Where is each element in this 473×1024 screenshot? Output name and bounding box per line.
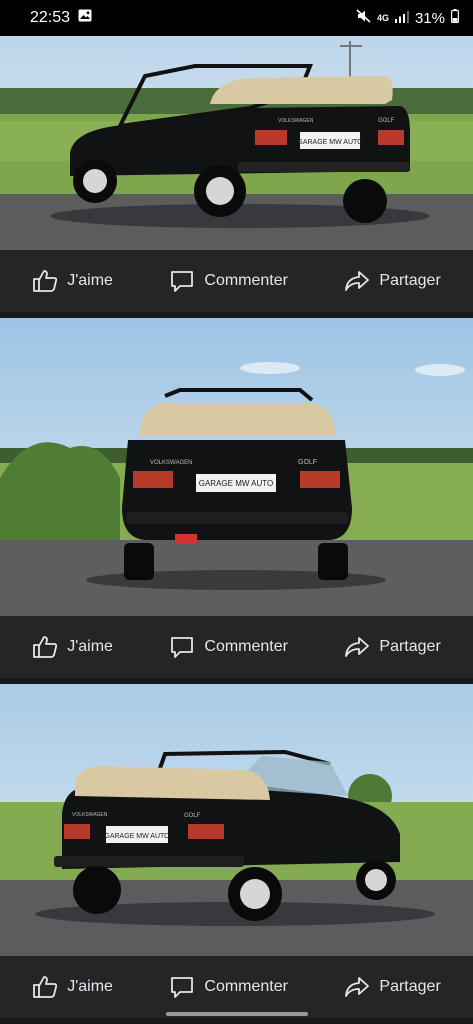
- svg-text:VOLKSWAGEN: VOLKSWAGEN: [72, 812, 108, 818]
- like-button[interactable]: J'aime: [32, 635, 113, 659]
- status-bar: 22:53 4G 31%: [0, 0, 473, 36]
- comment-button[interactable]: Commenter: [169, 975, 288, 999]
- license-plate-1: GARAGE MW AUTO: [297, 139, 363, 146]
- svg-text:GOLF: GOLF: [378, 118, 395, 124]
- comment-label: Commenter: [204, 638, 288, 655]
- mute-icon: [356, 9, 371, 27]
- thumbs-up-icon: [33, 976, 58, 998]
- signal-icon: [394, 10, 409, 27]
- post-actions-1: J'aime Commenter Partager: [0, 250, 473, 312]
- svg-text:GOLF: GOLF: [184, 813, 201, 819]
- svg-text:GOLF: GOLF: [298, 459, 317, 466]
- share-button[interactable]: Partager: [344, 975, 441, 999]
- post-photo-2[interactable]: GARAGE MW AUTO VOLKSWAGEN GOLF: [0, 318, 473, 616]
- like-label: J'aime: [67, 978, 113, 995]
- thumbs-up-icon: [33, 636, 58, 658]
- like-button[interactable]: J'aime: [32, 975, 113, 999]
- like-label: J'aime: [67, 638, 113, 655]
- post-photo-3[interactable]: GARAGE MW AUTO VOLKSWAGEN GOLF: [0, 684, 473, 956]
- comment-label: Commenter: [204, 978, 288, 995]
- comment-bubble-icon: [171, 637, 194, 658]
- post-actions-2: J'aime Commenter Partager: [0, 616, 473, 678]
- share-arrow-icon: [345, 977, 370, 997]
- gallery-icon: [78, 9, 92, 27]
- comment-button[interactable]: Commenter: [169, 269, 288, 293]
- battery-percent: 31%: [414, 9, 445, 27]
- license-plate-2: GARAGE MW AUTO: [199, 479, 274, 488]
- post-actions-3: J'aime Commenter Partager: [0, 956, 473, 1018]
- post-photo-1[interactable]: GARAGE MW AUTO VOLKSWAGEN GOLF: [0, 36, 473, 250]
- share-button[interactable]: Partager: [344, 635, 441, 659]
- license-plate-3: GARAGE MW AUTO: [104, 833, 170, 840]
- status-time: 22:53: [30, 9, 71, 26]
- comment-bubble-icon: [171, 977, 194, 998]
- like-button[interactable]: J'aime: [32, 269, 113, 293]
- share-arrow-icon: [345, 271, 370, 291]
- share-arrow-icon: [345, 637, 370, 657]
- network-type: 4G: [376, 12, 389, 23]
- like-label: J'aime: [67, 272, 113, 289]
- share-label: Partager: [379, 638, 441, 655]
- battery-icon: [451, 9, 460, 27]
- comment-label: Commenter: [204, 272, 288, 289]
- comment-bubble-icon: [171, 271, 194, 292]
- share-label: Partager: [379, 978, 441, 995]
- home-indicator[interactable]: [166, 1012, 308, 1016]
- share-button[interactable]: Partager: [344, 269, 441, 293]
- svg-text:VOLKSWAGEN: VOLKSWAGEN: [150, 460, 192, 466]
- thumbs-up-icon: [33, 270, 58, 292]
- svg-text:VOLKSWAGEN: VOLKSWAGEN: [278, 118, 314, 124]
- comment-button[interactable]: Commenter: [169, 635, 288, 659]
- share-label: Partager: [379, 272, 441, 289]
